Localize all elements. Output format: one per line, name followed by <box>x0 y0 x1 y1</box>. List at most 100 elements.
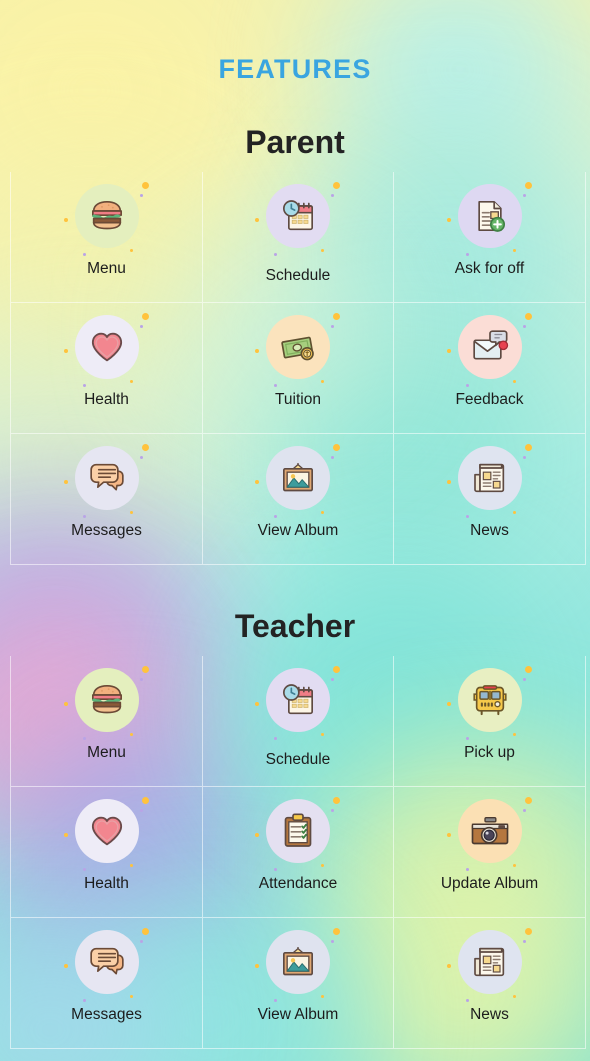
sparkle-dot <box>333 313 340 320</box>
feature-label: Attendance <box>258 875 338 892</box>
sparkle-dot <box>522 456 526 459</box>
sparkle-dot <box>129 995 133 998</box>
sparkle-dot <box>63 833 68 837</box>
sparkle-dot <box>255 480 259 484</box>
sparkle-dot <box>333 666 340 673</box>
sparkle-dot <box>129 511 133 514</box>
feature-cell[interactable]: News <box>394 918 586 1049</box>
feature-cell[interactable]: Feedback <box>394 303 586 434</box>
feature-grid-parent: Menu Schedule Ask for off Health Tuition Feed… <box>10 172 586 565</box>
feature-cell[interactable]: Ask for off <box>394 172 586 303</box>
feature-label: Ask for off <box>454 260 525 277</box>
feature-label: Messages <box>71 522 142 539</box>
feature-cell[interactable]: Schedule <box>203 172 394 303</box>
sparkle-dot <box>82 515 86 518</box>
sparkle-dot <box>522 678 526 681</box>
feature-label: Menu <box>87 260 126 277</box>
sparkle-dot <box>512 733 516 736</box>
feature-cell[interactable]: Health <box>11 303 203 434</box>
sparkle-dot <box>524 797 532 804</box>
sparkle-dot <box>522 809 526 812</box>
sparkle-dot <box>274 515 277 518</box>
feature-icon-wrapper <box>446 928 532 1002</box>
feature-cell[interactable]: Attendance <box>203 787 394 918</box>
feature-icon-wrapper <box>63 182 149 256</box>
feature-cell[interactable]: View Album <box>203 918 394 1049</box>
sparkle-dot <box>465 999 469 1002</box>
picture-frame-icon <box>266 446 330 510</box>
sparkle-dot <box>446 218 451 222</box>
sparkle-dot <box>321 733 324 736</box>
feature-cell[interactable]: Menu <box>11 172 203 303</box>
feature-icon-wrapper <box>255 313 340 387</box>
feature-cell[interactable]: Update Album <box>394 787 586 918</box>
sparkle-dot <box>82 253 86 256</box>
feature-label: Feedback <box>455 391 524 408</box>
sparkle-dot <box>141 182 149 189</box>
feature-icon-wrapper <box>255 797 340 871</box>
money-icon <box>266 315 330 379</box>
sparkle-dot <box>333 182 340 189</box>
sparkle-dot <box>141 666 149 673</box>
feature-icon-wrapper <box>63 666 149 740</box>
sparkle-dot <box>331 325 334 328</box>
sparkle-dot <box>465 737 469 740</box>
sparkle-dot <box>82 868 86 871</box>
feature-icon-wrapper <box>63 797 149 871</box>
feature-label: News <box>470 522 509 539</box>
sparkle-dot <box>524 666 532 673</box>
burger-icon <box>75 184 139 248</box>
feature-cell[interactable]: Messages <box>11 434 203 565</box>
calendar-clock-icon <box>266 184 330 248</box>
sparkle-dot <box>331 456 334 459</box>
sparkle-dot <box>141 928 149 935</box>
feature-label: Tuition <box>275 391 321 408</box>
chat-bubbles-icon <box>75 446 139 510</box>
feature-cell[interactable]: Pick up <box>394 656 586 787</box>
feature-label: View Album <box>257 1006 339 1023</box>
sparkle-dot <box>129 864 133 867</box>
feature-label: Menu <box>87 744 126 761</box>
sparkle-dot <box>141 797 149 804</box>
feature-icon-wrapper <box>255 928 340 1002</box>
section-title-teacher: Teacher <box>234 608 356 644</box>
feature-cell[interactable]: Schedule <box>203 656 394 787</box>
feature-icon-wrapper <box>255 666 340 740</box>
sparkle-dot <box>522 325 526 328</box>
document-add-icon <box>458 184 522 248</box>
heart-icon <box>75 799 139 863</box>
feature-cell[interactable]: News <box>394 434 586 565</box>
sparkle-dot <box>331 940 334 943</box>
sparkle-dot <box>465 515 469 518</box>
sparkle-dot <box>512 249 516 252</box>
sparkle-dot <box>446 702 451 706</box>
feature-cell[interactable]: Messages <box>11 918 203 1049</box>
sparkle-dot <box>465 868 469 871</box>
feature-icon-wrapper <box>446 444 532 518</box>
sparkle-dot <box>446 480 451 484</box>
page-title: FEATURES <box>218 54 372 84</box>
sparkle-dot <box>524 313 532 320</box>
sparkle-dot <box>512 380 516 383</box>
sparkle-dot <box>139 456 143 459</box>
feature-label: Pick up <box>464 744 515 761</box>
feature-label: Messages <box>71 1006 142 1023</box>
feature-label: Schedule <box>265 751 331 768</box>
feature-cell[interactable]: View Album <box>203 434 394 565</box>
sparkle-dot <box>321 995 324 998</box>
sparkle-dot <box>321 511 324 514</box>
sparkle-dot <box>274 737 277 740</box>
feature-cell[interactable]: Tuition <box>203 303 394 434</box>
sparkle-dot <box>321 864 324 867</box>
sparkle-dot <box>129 733 133 736</box>
feature-cell[interactable]: Menu <box>11 656 203 787</box>
newspaper-icon <box>458 930 522 994</box>
sparkle-dot <box>331 809 334 812</box>
school-bus-icon <box>458 668 522 732</box>
sparkle-dot <box>331 678 334 681</box>
feature-cell[interactable]: Health <box>11 787 203 918</box>
sparkle-dot <box>129 249 133 252</box>
sparkle-dot <box>274 253 277 256</box>
sparkle-dot <box>524 444 532 451</box>
sparkle-dot <box>522 940 526 943</box>
